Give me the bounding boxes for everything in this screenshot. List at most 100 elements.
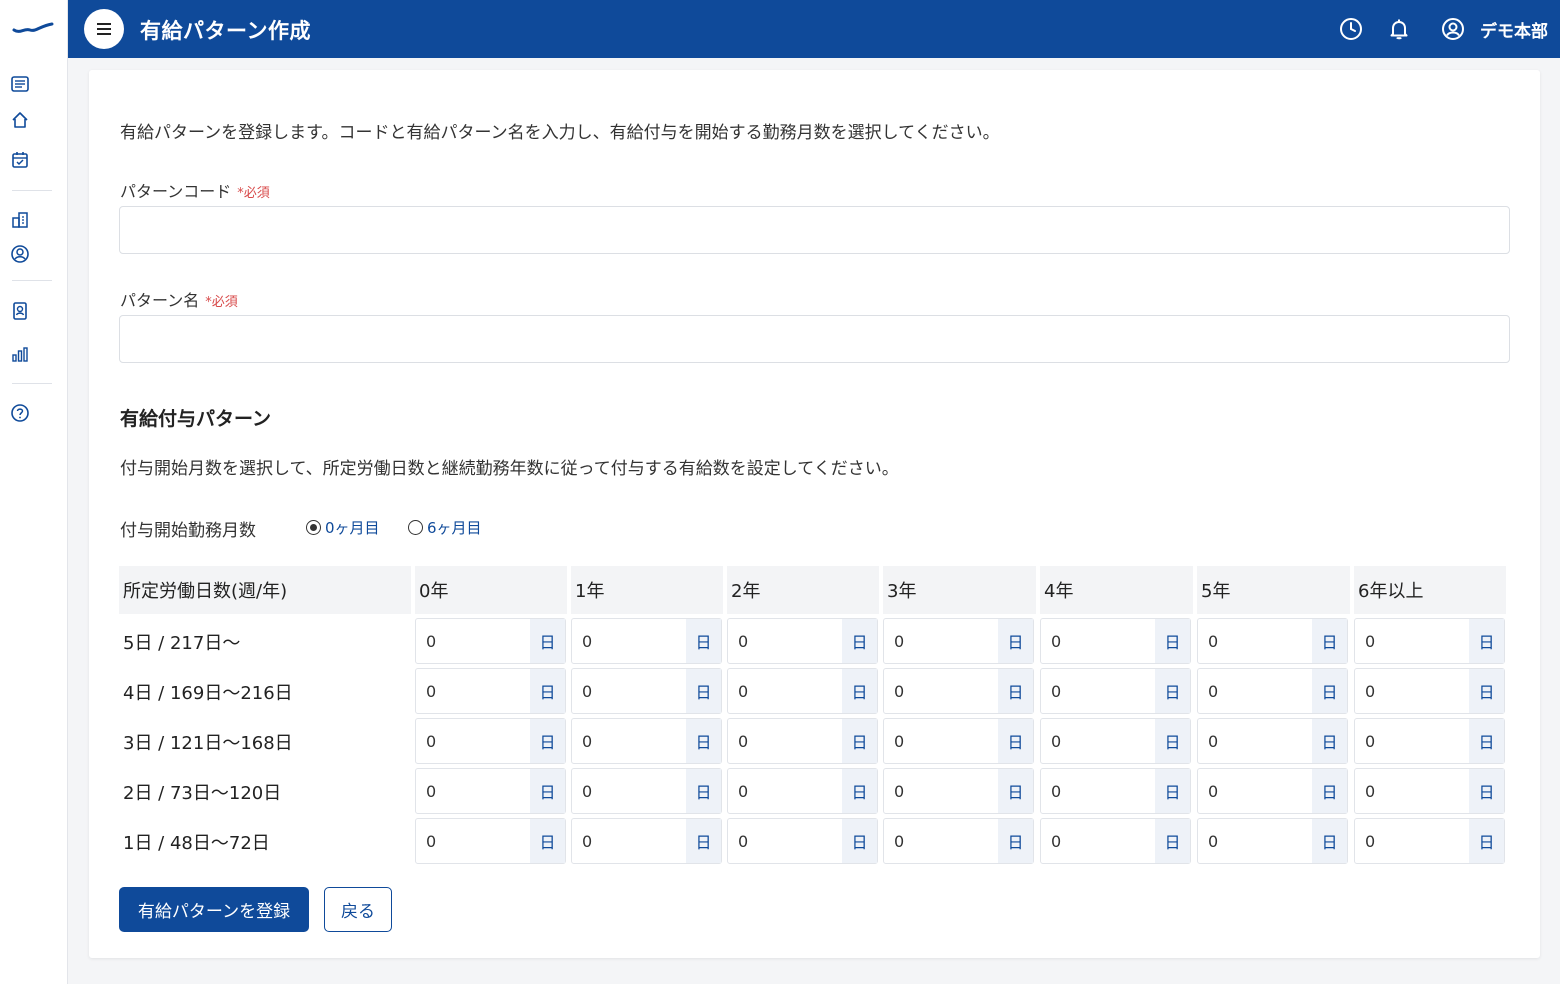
grid-column-header: 4年 bbox=[1040, 566, 1193, 614]
radio-0-months[interactable]: 0ヶ月目 bbox=[306, 517, 380, 538]
grant-days-value[interactable]: 0 bbox=[416, 769, 530, 813]
grant-days-input[interactable]: 0日 bbox=[883, 718, 1034, 764]
grant-days-value[interactable]: 0 bbox=[884, 769, 998, 813]
grant-days-input[interactable]: 0日 bbox=[727, 718, 878, 764]
grant-days-value[interactable]: 0 bbox=[884, 669, 998, 713]
radio-unchecked-icon bbox=[408, 520, 423, 535]
grant-days-input[interactable]: 0日 bbox=[571, 618, 722, 664]
grant-days-value[interactable]: 0 bbox=[1041, 619, 1155, 663]
grant-days-input[interactable]: 0日 bbox=[1040, 818, 1191, 864]
grant-days-input[interactable]: 0日 bbox=[727, 618, 878, 664]
grid-row-label: 2日 / 73日〜120日 bbox=[123, 783, 282, 804]
grant-days-value[interactable]: 0 bbox=[728, 719, 842, 763]
grant-days-input[interactable]: 0日 bbox=[883, 668, 1034, 714]
pattern-code-label: パターンコード *必須 bbox=[120, 178, 270, 202]
grant-days-value[interactable]: 0 bbox=[416, 619, 530, 663]
id-badge-icon[interactable] bbox=[9, 300, 31, 322]
grant-days-input[interactable]: 0日 bbox=[415, 818, 566, 864]
bell-icon[interactable] bbox=[1386, 16, 1412, 42]
grant-days-value[interactable]: 0 bbox=[728, 769, 842, 813]
grant-days-value[interactable]: 0 bbox=[572, 619, 686, 663]
grant-days-value[interactable]: 0 bbox=[1198, 819, 1312, 863]
pattern-name-input[interactable] bbox=[119, 315, 1510, 363]
grant-days-input[interactable]: 0日 bbox=[1197, 768, 1348, 814]
building-icon[interactable] bbox=[9, 209, 31, 231]
grant-days-input[interactable]: 0日 bbox=[571, 668, 722, 714]
grant-days-input[interactable]: 0日 bbox=[1040, 718, 1191, 764]
grant-days-input[interactable]: 0日 bbox=[1354, 768, 1505, 814]
grant-days-value[interactable]: 0 bbox=[416, 719, 530, 763]
grant-days-value[interactable]: 0 bbox=[1355, 769, 1469, 813]
grant-days-input[interactable]: 0日 bbox=[415, 718, 566, 764]
grant-days-input[interactable]: 0日 bbox=[1040, 618, 1191, 664]
sidebar-divider bbox=[12, 383, 52, 384]
grant-days-input[interactable]: 0日 bbox=[1354, 618, 1505, 664]
grant-days-value[interactable]: 0 bbox=[884, 619, 998, 663]
grant-days-input[interactable]: 0日 bbox=[883, 618, 1034, 664]
grant-days-input[interactable]: 0日 bbox=[1197, 818, 1348, 864]
grant-days-input[interactable]: 0日 bbox=[415, 618, 566, 664]
grant-days-value[interactable]: 0 bbox=[1041, 719, 1155, 763]
grant-days-value[interactable]: 0 bbox=[884, 719, 998, 763]
grant-days-value[interactable]: 0 bbox=[1041, 769, 1155, 813]
grant-days-input[interactable]: 0日 bbox=[571, 818, 722, 864]
home-icon[interactable] bbox=[9, 109, 31, 131]
menu-button[interactable] bbox=[84, 9, 124, 49]
grant-days-input[interactable]: 0日 bbox=[883, 768, 1034, 814]
grant-days-value[interactable]: 0 bbox=[1355, 819, 1469, 863]
grant-days-value[interactable]: 0 bbox=[728, 669, 842, 713]
required-mark: *必須 bbox=[237, 186, 270, 201]
grant-days-input[interactable]: 0日 bbox=[1040, 668, 1191, 714]
grant-days-value[interactable]: 0 bbox=[572, 719, 686, 763]
grant-days-value[interactable]: 0 bbox=[728, 819, 842, 863]
list-icon[interactable] bbox=[9, 73, 31, 95]
grant-days-value[interactable]: 0 bbox=[728, 619, 842, 663]
user-name[interactable]: デモ本部 bbox=[1480, 17, 1548, 42]
intro-text: 有給パターンを登録します。コードと有給パターン名を入力し、有給付与を開始する勤務… bbox=[120, 123, 1000, 143]
calendar-check-icon[interactable] bbox=[9, 149, 31, 171]
grant-days-value[interactable]: 0 bbox=[572, 819, 686, 863]
pattern-code-input[interactable] bbox=[119, 206, 1510, 254]
grid-column-header: 1年 bbox=[571, 566, 723, 614]
grant-days-value[interactable]: 0 bbox=[1041, 819, 1155, 863]
grant-days-input[interactable]: 0日 bbox=[1354, 818, 1505, 864]
grant-days-value[interactable]: 0 bbox=[1198, 619, 1312, 663]
grant-days-value[interactable]: 0 bbox=[1198, 719, 1312, 763]
grant-days-input[interactable]: 0日 bbox=[1197, 618, 1348, 664]
grant-days-input[interactable]: 0日 bbox=[415, 768, 566, 814]
grant-days-input[interactable]: 0日 bbox=[1197, 718, 1348, 764]
grant-days-input[interactable]: 0日 bbox=[571, 768, 722, 814]
clock-icon[interactable] bbox=[1338, 16, 1364, 42]
register-pattern-button[interactable]: 有給パターンを登録 bbox=[119, 887, 309, 932]
grant-days-value[interactable]: 0 bbox=[1355, 669, 1469, 713]
grant-days-value[interactable]: 0 bbox=[884, 819, 998, 863]
grant-days-value[interactable]: 0 bbox=[416, 669, 530, 713]
form-card: 有給パターンを登録します。コードと有給パターン名を入力し、有給付与を開始する勤務… bbox=[89, 70, 1540, 958]
grant-days-value[interactable]: 0 bbox=[572, 769, 686, 813]
user-circle-icon[interactable] bbox=[9, 243, 31, 265]
grant-days-input[interactable]: 0日 bbox=[1197, 668, 1348, 714]
app-header: 有給パターン作成 デモ本部 bbox=[68, 0, 1560, 58]
grant-days-input[interactable]: 0日 bbox=[571, 718, 722, 764]
grant-days-value[interactable]: 0 bbox=[1041, 669, 1155, 713]
grant-days-input[interactable]: 0日 bbox=[415, 668, 566, 714]
grant-days-input[interactable]: 0日 bbox=[883, 818, 1034, 864]
grant-days-value[interactable]: 0 bbox=[1355, 719, 1469, 763]
grant-days-input[interactable]: 0日 bbox=[1354, 718, 1505, 764]
grant-days-input[interactable]: 0日 bbox=[1040, 768, 1191, 814]
page-title: 有給パターン作成 bbox=[140, 19, 311, 43]
grant-days-value[interactable]: 0 bbox=[416, 819, 530, 863]
back-button[interactable]: 戻る bbox=[324, 887, 392, 932]
grant-days-input[interactable]: 0日 bbox=[727, 668, 878, 714]
grant-days-value[interactable]: 0 bbox=[1198, 769, 1312, 813]
user-account-icon[interactable] bbox=[1440, 16, 1466, 42]
bar-chart-icon[interactable] bbox=[9, 343, 31, 365]
help-icon[interactable] bbox=[9, 402, 31, 424]
grant-days-value[interactable]: 0 bbox=[1355, 619, 1469, 663]
grant-days-input[interactable]: 0日 bbox=[1354, 668, 1505, 714]
grant-days-input[interactable]: 0日 bbox=[727, 818, 878, 864]
grant-days-value[interactable]: 0 bbox=[1198, 669, 1312, 713]
grant-days-input[interactable]: 0日 bbox=[727, 768, 878, 814]
radio-6-months[interactable]: 6ヶ月目 bbox=[408, 517, 482, 538]
grant-days-value[interactable]: 0 bbox=[572, 669, 686, 713]
